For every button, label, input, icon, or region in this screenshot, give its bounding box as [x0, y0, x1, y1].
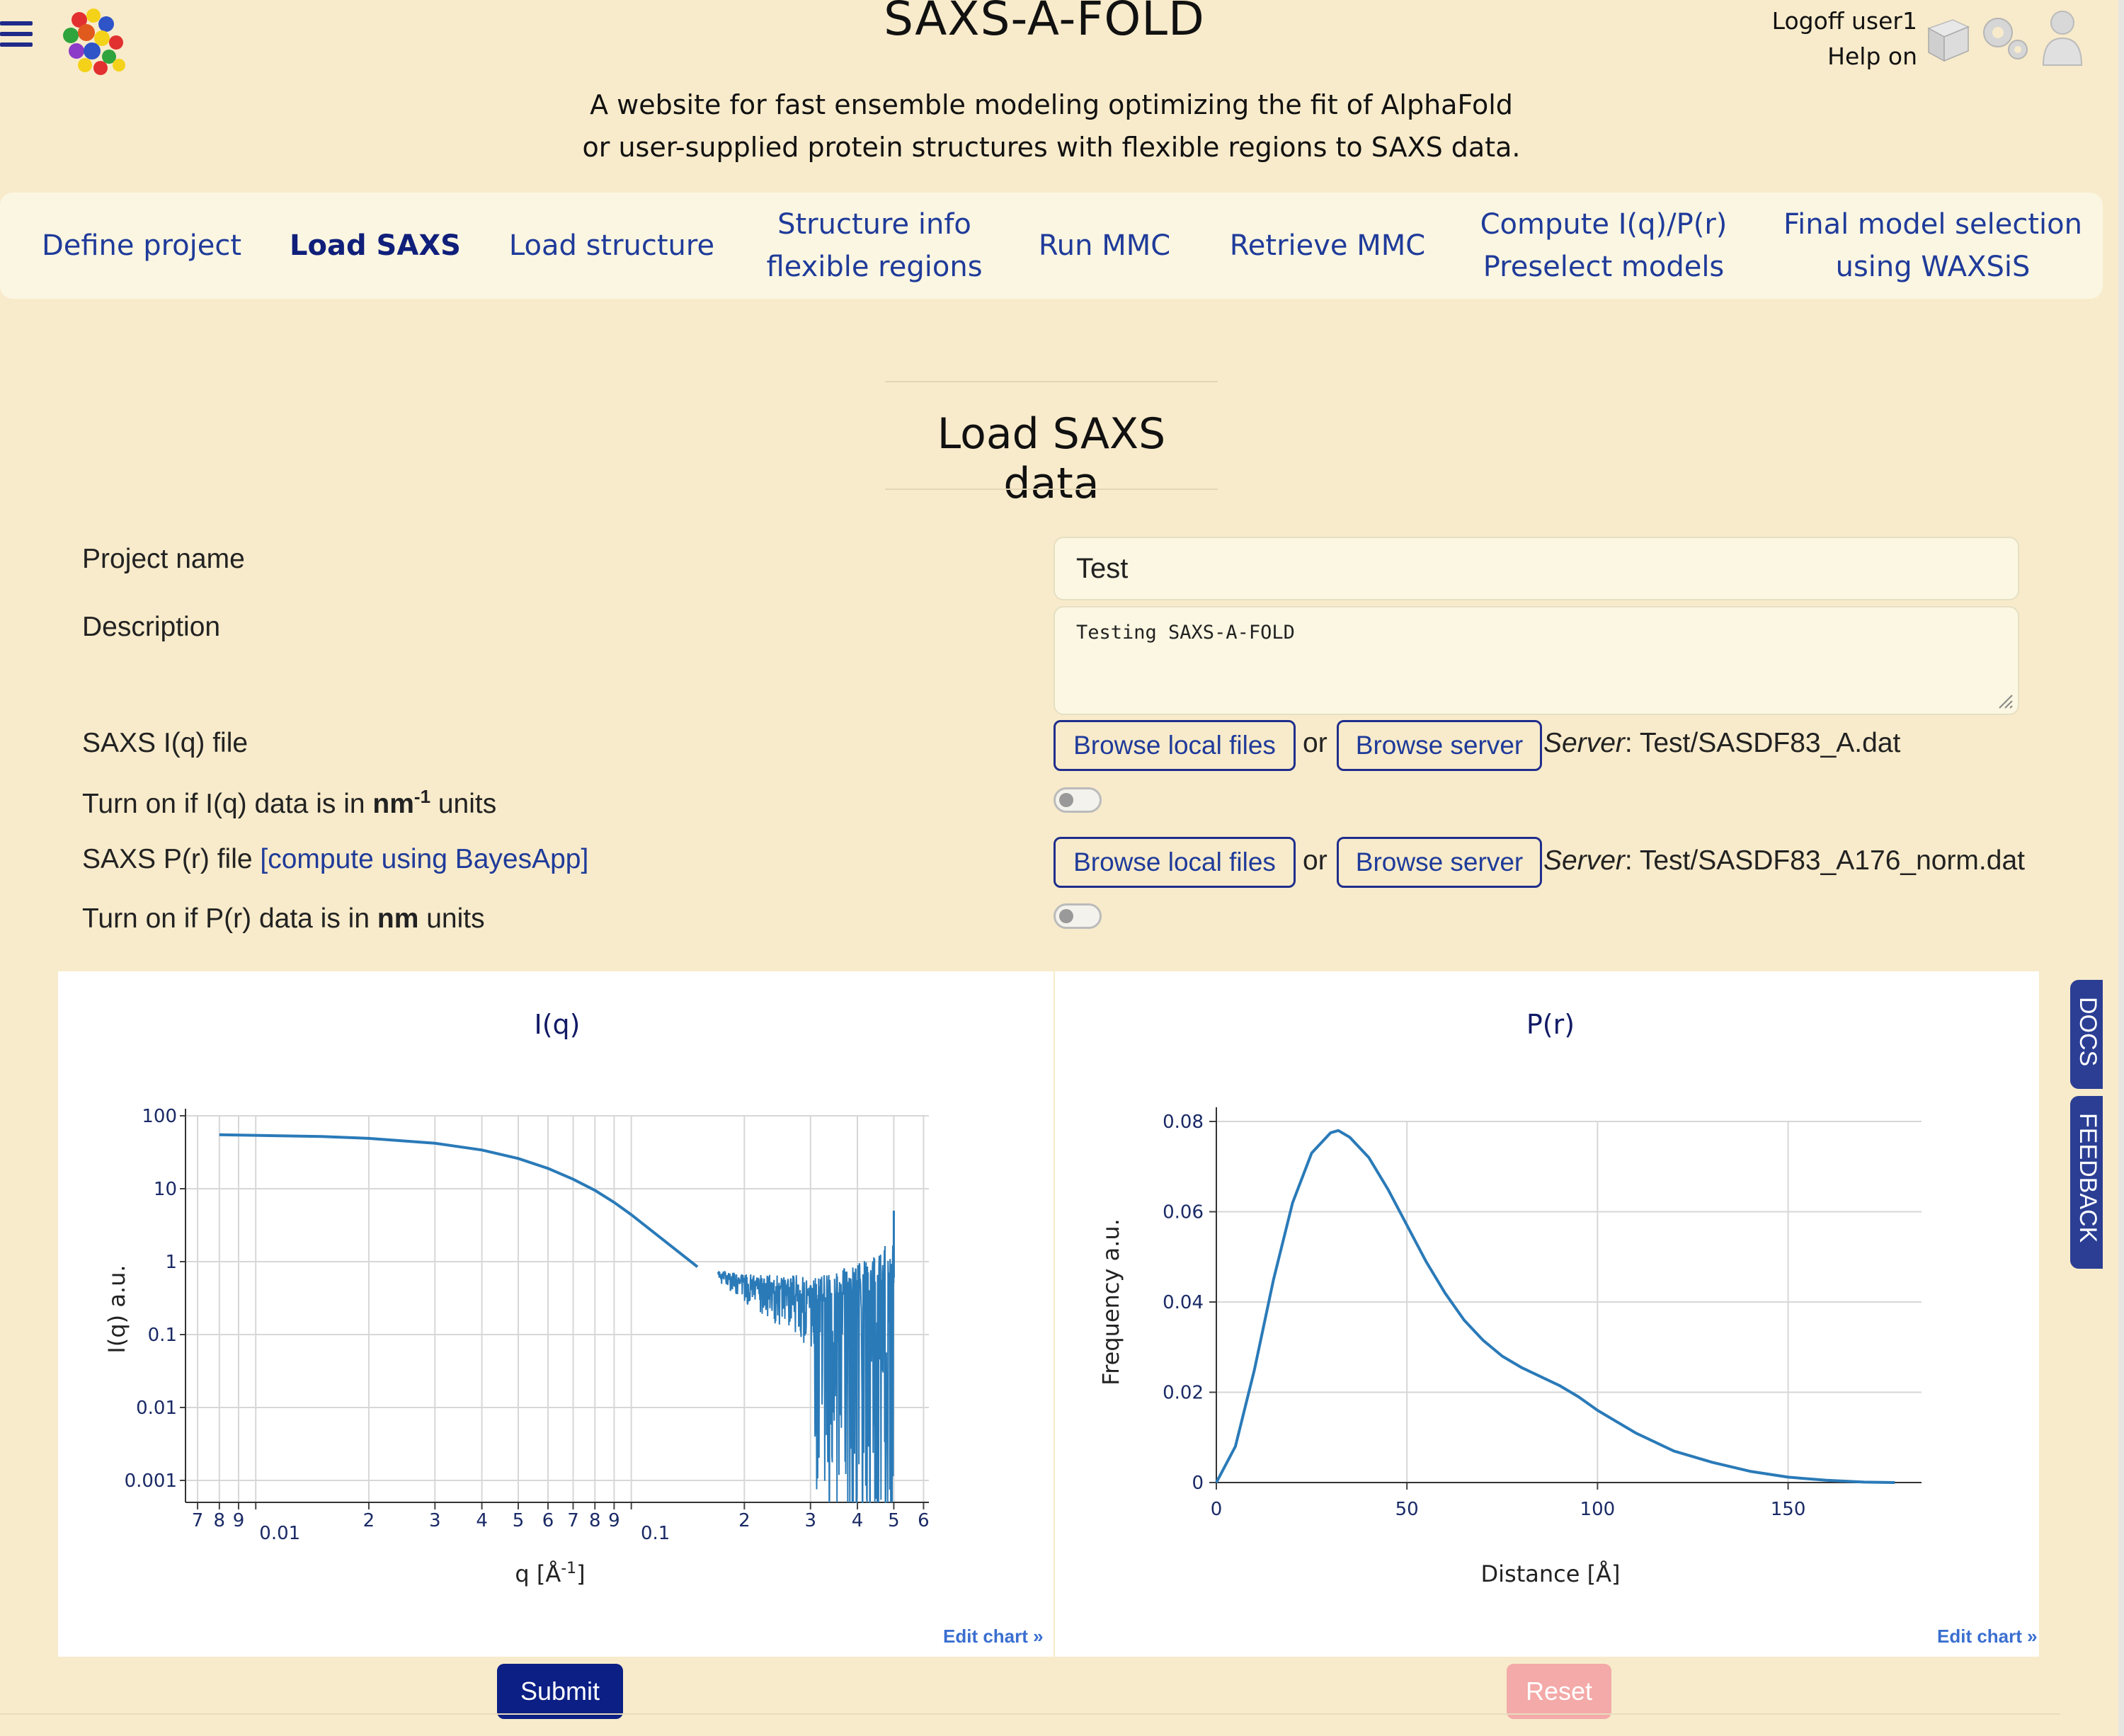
pr-file-label: SAXS P(r) file [compute using BayesApp] [82, 844, 589, 874]
iq-x-tick-label: 5 [888, 1510, 900, 1531]
iq-y-tick-label: 0.01 [136, 1398, 177, 1419]
site-tagline: A website for fast ensemble modeling opt… [0, 84, 2103, 169]
iq-chart-title: I(q) [535, 1009, 581, 1040]
pr-y-tick-label: 0.06 [1163, 1202, 1204, 1223]
footer-divider [0, 1713, 2060, 1715]
description-text: Testing SAXS-A-FOLD [1076, 622, 1295, 644]
iq-x-tick-label: 0.01 [259, 1523, 300, 1544]
pr-chart-panel: P(r) 0 0.02 0.04 0.06 0.08 0 50 100 150 Distance [… [1055, 971, 2039, 1657]
iq-x-tick-label: 2 [738, 1510, 750, 1531]
pr-x-axis-label: Distance [Å] [1481, 1560, 1621, 1587]
pr-x-tick-label: 50 [1395, 1499, 1419, 1520]
iq-nm-units-label: Turn on if I(q) data is in nm-1 units [82, 786, 497, 819]
iq-x-tick-label: 5 [513, 1510, 525, 1531]
pr-browse-server-button[interactable]: Browse server [1337, 837, 1542, 888]
description-textarea[interactable]: Testing SAXS-A-FOLD [1054, 606, 2019, 715]
iq-x-tick-label: 8 [589, 1510, 601, 1531]
iq-y-tick-label: 10 [154, 1179, 177, 1200]
project-name-input[interactable]: Test [1054, 537, 2019, 600]
iq-x-tick-label: 4 [852, 1510, 864, 1531]
workflow-nav: Define project Load SAXS Load structure … [0, 193, 2103, 299]
section-title: Load SAXS data [937, 409, 1166, 508]
pr-x-tick-label: 150 [1771, 1499, 1806, 1520]
iq-y-tick-label: 0.1 [148, 1325, 177, 1346]
pr-y-tick-label: 0.08 [1163, 1112, 1204, 1133]
iq-y-axis-label: I(q) a.u. [103, 1264, 130, 1353]
iq-x-axis-label: q [Å-1] [515, 1560, 585, 1587]
iq-curve-smooth [219, 1133, 699, 1268]
iq-server-file-text: Server: Test/SASDF83_A.dat [1543, 728, 1901, 758]
iq-x-tick-label: 3 [429, 1510, 441, 1531]
pr-chart: P(r) 0 0.02 0.04 0.06 0.08 0 50 100 150 Distance [… [1097, 1009, 1922, 1587]
pr-browse-local-button[interactable]: Browse local files [1054, 837, 1296, 888]
pr-chart-title: P(r) [1526, 1009, 1575, 1040]
iq-file-label: SAXS I(q) file [82, 728, 249, 758]
iq-or-text: or [1303, 728, 1328, 758]
logoff-link[interactable]: Logoff user1 [1772, 7, 1917, 35]
iq-y-tick-label: 100 [142, 1106, 177, 1127]
iq-x-tick-label: 7 [192, 1510, 204, 1531]
pr-y-tick-label: 0.04 [1163, 1292, 1204, 1313]
iq-x-tick-label: 7 [567, 1510, 579, 1531]
box-icon[interactable] [1924, 13, 1972, 64]
nav-final-model-selection[interactable]: Final model selection using WAXSiS [1770, 193, 2096, 299]
pr-x-tick-label: 0 [1211, 1499, 1223, 1520]
bayesapp-link[interactable]: [compute using BayesApp] [260, 844, 588, 874]
resize-handle-icon[interactable] [1995, 691, 2014, 709]
submit-button[interactable]: Submit [497, 1664, 623, 1719]
iq-browse-server-button[interactable]: Browse server [1337, 720, 1542, 771]
pr-x-tick-label: 100 [1580, 1499, 1616, 1520]
nav-define-project[interactable]: Define project [28, 193, 255, 299]
pr-server-file-text: Server: Test/SASDF83_A176_norm.dat [1543, 845, 2025, 876]
iq-browse-local-button[interactable]: Browse local files [1054, 720, 1296, 771]
pr-nm-units-toggle[interactable] [1054, 903, 1102, 929]
pr-y-tick-label: 0 [1192, 1473, 1204, 1494]
iq-x-tick-label: 4 [476, 1510, 488, 1531]
iq-y-tick-label: 0.001 [125, 1471, 177, 1492]
iq-x-tick-label: 6 [918, 1510, 930, 1531]
nav-load-saxs[interactable]: Load SAXS [283, 193, 467, 299]
iq-x-tick-label: 6 [542, 1510, 554, 1531]
iq-chart-panel: I(q) 7 8 9 0.01 2 3 4 5 6 7 8 9 0.1 2 3 4 5 6 100 10 1 0.1 0.01… [58, 971, 1054, 1657]
pr-or-text: or [1303, 845, 1328, 876]
iq-nm-units-toggle[interactable] [1054, 787, 1102, 813]
iq-x-tick-label: 9 [608, 1510, 620, 1531]
help-toggle[interactable]: Help on [1827, 42, 1917, 70]
iq-x-tick-label: 0.1 [641, 1523, 670, 1544]
project-name-label: Project name [82, 544, 245, 574]
nav-load-structure[interactable]: Load structure [496, 193, 728, 299]
nav-structure-info[interactable]: Structure info flexible regions [750, 193, 998, 299]
title-divider-bottom [885, 489, 1218, 490]
nav-compute-iq-pr[interactable]: Compute I(q)/P(r) Preselect models [1458, 193, 1749, 299]
nav-retrieve-mmc[interactable]: Retrieve MMC [1218, 193, 1437, 299]
description-label: Description [82, 612, 221, 642]
iq-chart: I(q)7 8 90.012 3 4 5 6 7 8 90.12 3 4 5 61001010.10.01… [103, 1009, 930, 1587]
iq-x-tick-label: 2 [363, 1510, 375, 1531]
title-divider-top [885, 381, 1218, 382]
reset-button[interactable]: Reset [1507, 1664, 1611, 1719]
user-profile-icon[interactable] [2038, 6, 2087, 68]
iq-x-tick-label: 3 [804, 1510, 816, 1531]
settings-gear-icon[interactable] [1975, 8, 2033, 67]
page-scrollbar[interactable] [2118, 0, 2124, 1736]
nav-run-mmc[interactable]: Run MMC [1020, 193, 1189, 299]
docs-side-tab[interactable]: DOCS [2070, 980, 2103, 1089]
pr-edit-chart-link[interactable]: Edit chart » [1937, 1626, 2038, 1648]
pr-curve [1215, 1129, 1895, 1484]
pr-y-axis-label: Frequency a.u. [1097, 1218, 1124, 1386]
tagline-line-1: A website for fast ensemble modeling opt… [590, 89, 1513, 120]
iq-edit-chart-link[interactable]: Edit chart » [943, 1626, 1044, 1648]
pr-nm-units-label: Turn on if P(r) data is in nm units [82, 903, 485, 934]
iq-x-tick-label: 8 [214, 1510, 226, 1531]
tagline-line-2: or user-supplied protein structures with… [582, 132, 1521, 163]
feedback-side-tab[interactable]: FEEDBACK [2070, 1096, 2103, 1269]
iq-x-tick-label: 9 [233, 1510, 245, 1531]
iq-y-tick-label: 1 [165, 1252, 177, 1273]
pr-y-tick-label: 0.02 [1163, 1383, 1204, 1404]
